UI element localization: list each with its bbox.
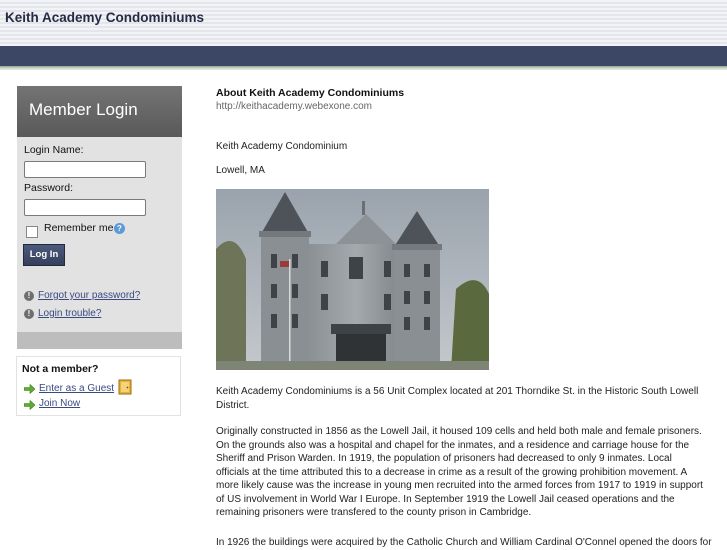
- condo-name: Keith Academy Condominium: [216, 141, 348, 152]
- remember-me-label: Remember me: [44, 222, 114, 234]
- nav-bar-shadow: [0, 66, 727, 70]
- paragraph-church: In 1926 the buildings were acquired by t…: [216, 537, 712, 548]
- login-panel-footer: [17, 332, 182, 349]
- paragraph-intro: Keith Academy Condominiums is a 56 Unit …: [216, 386, 699, 411]
- login-button[interactable]: Log In: [23, 244, 65, 266]
- password-label: Password:: [24, 182, 74, 194]
- guest-door-icon[interactable]: [118, 379, 132, 395]
- green-arrow-right-icon: [24, 400, 35, 410]
- join-now-link[interactable]: Join Now: [39, 398, 80, 409]
- not-a-member-title: Not a member?: [22, 363, 99, 375]
- green-arrow-right-icon: [24, 384, 35, 394]
- paragraph-history: Originally constructed in 1856 as the Lo…: [216, 426, 703, 518]
- info-circle-icon: !: [24, 291, 34, 301]
- nav-bar: [0, 46, 727, 66]
- site-header: Keith Academy Condominiums: [0, 0, 727, 46]
- remember-me-checkbox[interactable]: [26, 226, 38, 238]
- login-title: Member Login: [29, 100, 138, 119]
- login-name-input[interactable]: [24, 161, 146, 178]
- about-title: About Keith Academy Condominiums: [216, 87, 405, 99]
- building-photo: [216, 189, 489, 370]
- enter-as-guest-link[interactable]: Enter as a Guest: [39, 383, 114, 394]
- about-url: http://keithacademy.webexone.com: [216, 101, 373, 112]
- site-title: Keith Academy Condominiums: [5, 10, 205, 25]
- not-a-member-panel: Not a member? Enter as a Guest Join Now: [16, 356, 181, 416]
- question-circle-icon[interactable]: ?: [114, 223, 125, 234]
- login-panel-header: Member Login: [17, 86, 182, 137]
- forgot-password-link[interactable]: Forgot your password?: [38, 290, 140, 301]
- login-name-label: Login Name:: [24, 144, 84, 156]
- password-input[interactable]: [24, 199, 146, 216]
- condo-location: Lowell, MA: [216, 165, 265, 176]
- info-circle-icon: !: [24, 309, 34, 319]
- login-trouble-link[interactable]: Login trouble?: [38, 308, 101, 319]
